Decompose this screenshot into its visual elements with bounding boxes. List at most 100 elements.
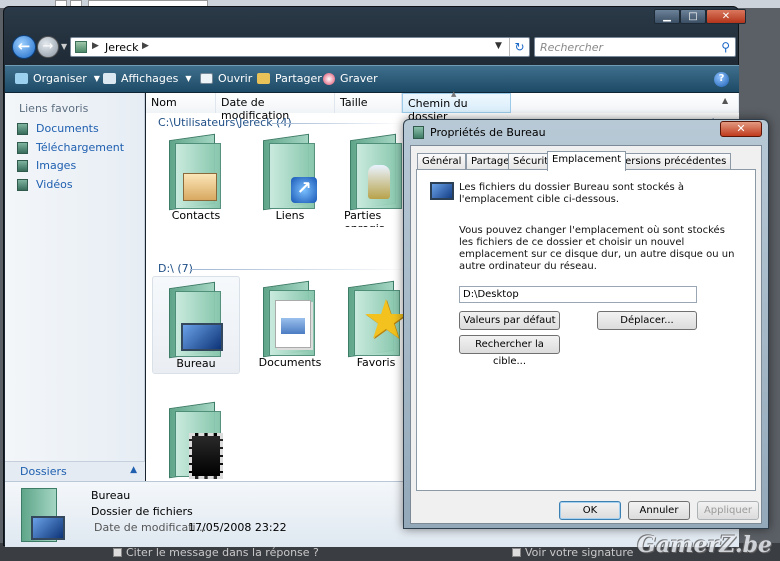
minimize-button[interactable]: ▁ xyxy=(654,9,680,24)
folder-contacts[interactable]: Contacts xyxy=(152,129,240,227)
search-input[interactable]: Rechercher ⚲ xyxy=(534,37,736,57)
help-icon[interactable]: ? xyxy=(714,72,729,87)
move-button[interactable]: Déplacer... xyxy=(597,311,697,330)
location-explanation: Vous pouvez changer l'emplacement où son… xyxy=(459,225,735,272)
pictures-icon xyxy=(17,159,28,172)
folder-icon: ↗ xyxy=(259,133,321,211)
maximize-button[interactable]: □ xyxy=(680,9,706,24)
selected-folder-icon xyxy=(19,488,75,544)
favorites-heading: Liens favoris xyxy=(19,102,89,115)
signature-option[interactable]: Voir votre signature xyxy=(512,546,633,559)
breadcrumb-jereck[interactable]: Jereck xyxy=(105,41,138,54)
videos-icon xyxy=(17,178,28,191)
command-bar: Organiser ▼ Affichages ▼ Ouvrir Partager G… xyxy=(5,65,739,93)
chevron-up-icon[interactable]: ▲ xyxy=(130,465,137,475)
share-icon xyxy=(257,73,270,84)
folder-documents[interactable]: Documents xyxy=(246,276,334,374)
dialog-close-button[interactable]: ✕ xyxy=(720,121,762,137)
folder-videos[interactable] xyxy=(152,397,240,481)
folder-label: Contacts xyxy=(171,209,221,222)
views-icon xyxy=(103,73,116,84)
properties-dialog: Propriétés de Bureau ✕ Général Partage S… xyxy=(403,119,769,529)
restore-default-button[interactable]: Valeurs par défaut xyxy=(459,311,560,330)
folder-icon xyxy=(165,401,227,479)
organize-button[interactable]: Organiser ▼ xyxy=(15,72,100,85)
location-path-field[interactable]: D:\Desktop xyxy=(459,286,697,303)
trophy-icon xyxy=(368,165,390,199)
tab-location[interactable]: Emplacement xyxy=(547,151,627,171)
organize-icon xyxy=(15,73,28,84)
share-label: Partager xyxy=(275,72,322,85)
views-button[interactable]: Affichages ▼ xyxy=(103,72,192,85)
nav-item-pictures[interactable]: Images xyxy=(17,159,76,172)
location-panel: Les fichiers du dossier Bureau sont stoc… xyxy=(416,169,756,491)
close-button[interactable]: ✕ xyxy=(706,9,746,24)
burn-button[interactable]: Graver xyxy=(323,72,378,85)
downloads-icon xyxy=(17,141,28,154)
documents-icon xyxy=(17,122,28,135)
navigation-pane: Liens favoris Documents Téléchargement I… xyxy=(5,93,145,479)
open-icon xyxy=(200,73,213,84)
details-type: Dossier de fichiers xyxy=(91,505,193,518)
column-name[interactable]: Nom xyxy=(146,93,216,113)
nav-item-label: Images xyxy=(36,159,77,172)
group-divider xyxy=(272,123,402,124)
column-date-modified[interactable]: Date de modification xyxy=(216,93,335,122)
folder-label: Liens xyxy=(275,209,305,222)
quote-option[interactable]: Citer le message dans la réponse ? xyxy=(113,546,319,559)
desktop-monitor-icon xyxy=(181,323,223,351)
watermark-logo: GamerZ.be xyxy=(637,532,772,558)
column-header-filler xyxy=(511,93,739,113)
folders-toggle[interactable]: Dossiers ▲ xyxy=(5,461,145,481)
column-name-label: Nom xyxy=(151,96,177,109)
breadcrumb-separator-icon[interactable]: ▶ xyxy=(92,41,99,51)
cancel-button[interactable]: Annuler xyxy=(628,501,690,520)
group-divider xyxy=(190,269,410,270)
column-folder-path[interactable]: ▲ Chemin du dossier xyxy=(402,90,511,123)
address-dropdown-icon[interactable]: ▼ xyxy=(495,41,502,51)
folder-favorites[interactable]: ★ Favoris xyxy=(340,276,412,374)
address-bar[interactable]: ▶ Jereck ▶ ▼ ↻ xyxy=(70,37,530,57)
group-header-d-drive[interactable]: D:\ (7) xyxy=(158,262,193,275)
share-button[interactable]: Partager xyxy=(257,72,322,85)
folder-label: Favoris xyxy=(356,356,396,369)
tab-previous-versions[interactable]: Versions précédentes xyxy=(614,153,732,170)
dialog-title: Propriétés de Bureau xyxy=(430,126,546,139)
open-label: Ouvrir xyxy=(218,72,253,85)
checkbox-icon[interactable] xyxy=(113,548,122,557)
folder-links[interactable]: ↗ Liens xyxy=(246,129,334,227)
folder-label: Bureau xyxy=(176,357,216,370)
folder-icon xyxy=(413,126,424,139)
search-placeholder: Rechercher xyxy=(540,41,604,54)
burn-label: Graver xyxy=(340,72,378,85)
nav-item-label: Documents xyxy=(36,122,99,135)
checkbox-icon[interactable] xyxy=(512,548,521,557)
signature-option-label: Voir votre signature xyxy=(525,546,634,559)
search-icon[interactable]: ⚲ xyxy=(721,40,730,54)
tab-general[interactable]: Général xyxy=(417,153,467,170)
ok-button[interactable]: OK xyxy=(559,501,621,520)
views-label: Affichages xyxy=(121,72,179,85)
column-size-label: Taille xyxy=(340,96,368,109)
history-dropdown-icon[interactable]: ▼ xyxy=(61,42,67,51)
dialog-body: Général Partage Sécurité Emplacement Ver… xyxy=(410,145,762,524)
desktop-icon xyxy=(430,182,454,200)
find-target-button[interactable]: Rechercher la cible... xyxy=(459,335,560,367)
breadcrumb-separator-icon[interactable]: ▶ xyxy=(142,41,149,51)
back-button[interactable]: ← xyxy=(12,35,36,59)
open-button[interactable]: Ouvrir xyxy=(200,72,252,85)
folder-icon xyxy=(165,133,227,211)
folder-icon xyxy=(259,280,321,358)
scroll-up-icon[interactable]: ▲ xyxy=(722,96,733,110)
film-strip-icon xyxy=(189,433,223,479)
column-size[interactable]: Taille xyxy=(335,93,402,113)
chevron-down-icon: ▼ xyxy=(93,74,100,83)
folders-label: Dossiers xyxy=(20,465,67,478)
refresh-icon[interactable]: ↻ xyxy=(509,38,529,56)
nav-item-documents[interactable]: Documents xyxy=(17,122,99,135)
forward-button[interactable]: → xyxy=(37,36,59,58)
nav-item-videos[interactable]: Vidéos xyxy=(17,178,73,191)
apply-button[interactable]: Appliquer xyxy=(697,501,759,520)
folder-bureau[interactable]: Bureau xyxy=(152,276,240,374)
nav-item-downloads[interactable]: Téléchargement xyxy=(17,141,124,154)
